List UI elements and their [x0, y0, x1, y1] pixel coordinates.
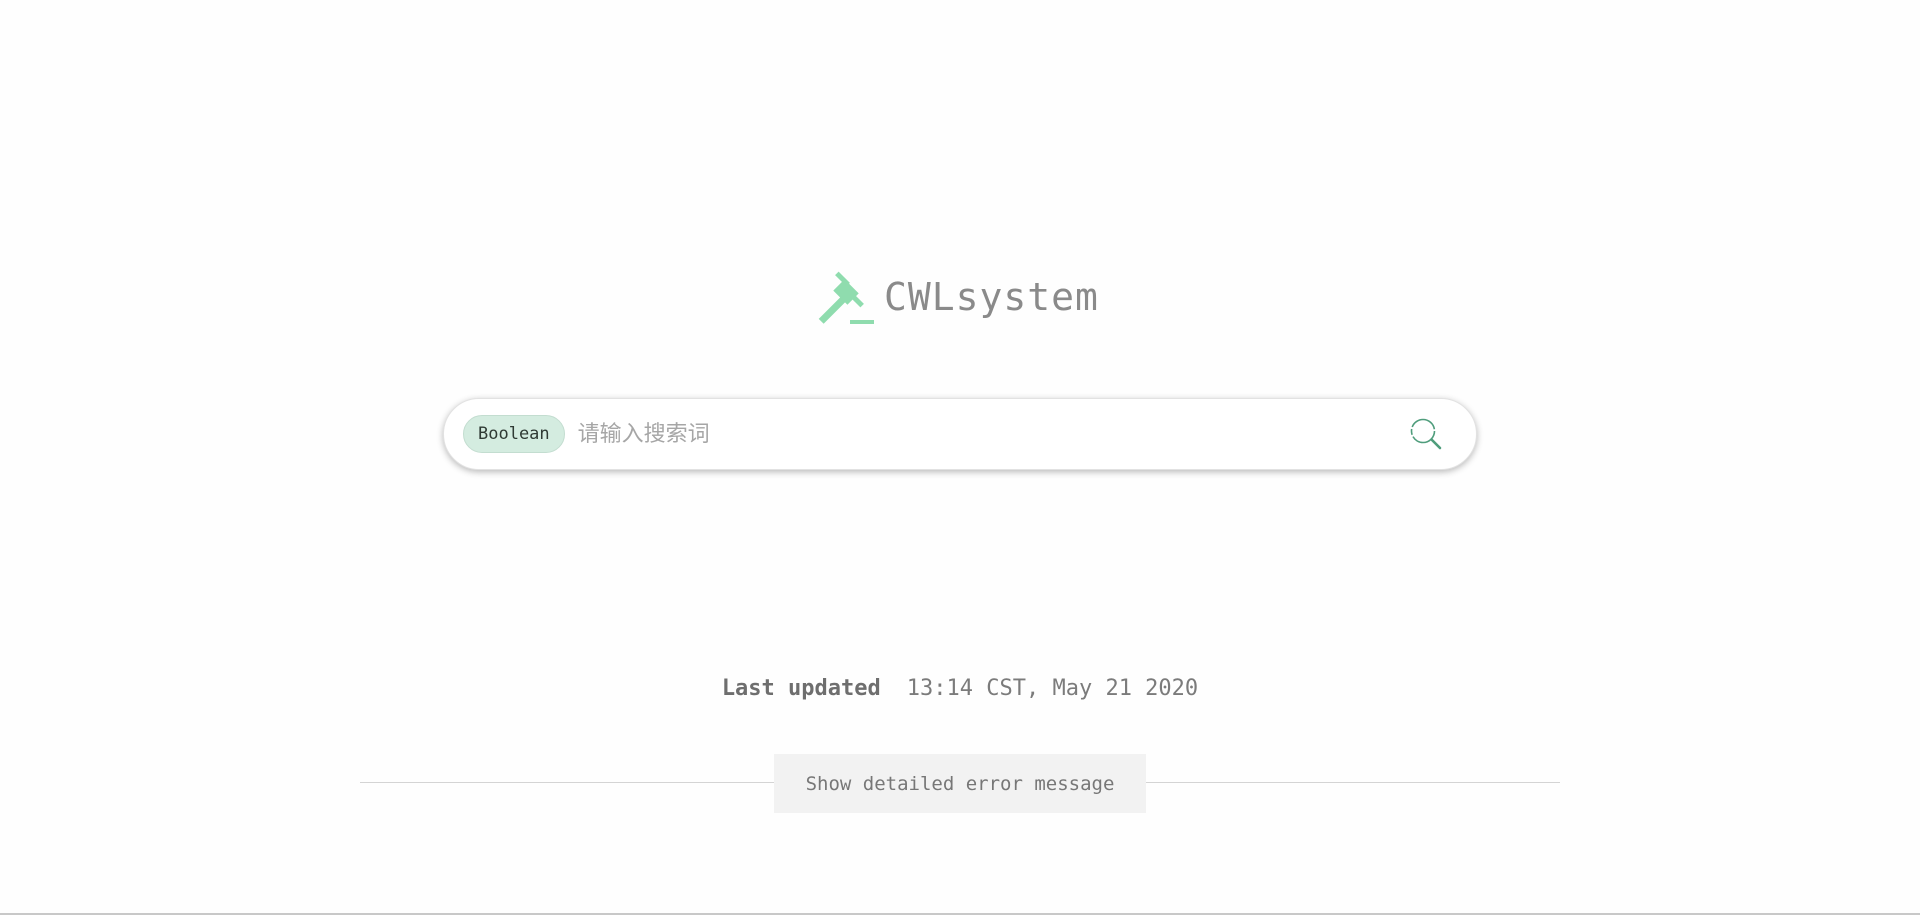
- last-updated-label: Last updated: [721, 676, 881, 701]
- page: CWLsystem Boolean Last updated 13:14 CST,…: [0, 0, 1920, 915]
- last-updated: Last updated 13:14 CST, May 21 2020: [0, 676, 1920, 701]
- gavel-icon: [818, 271, 874, 324]
- search-icon: [1410, 418, 1442, 450]
- brand-name: CWLsystem: [884, 275, 1099, 319]
- search-mode-chip[interactable]: Boolean: [463, 415, 565, 453]
- last-updated-value: 13:14 CST, May 21 2020: [906, 676, 1199, 701]
- search-bar: Boolean: [443, 398, 1477, 470]
- search-input[interactable]: [575, 413, 1406, 455]
- show-error-details-button[interactable]: Show detailed error message: [774, 754, 1146, 813]
- brand-logo[interactable]: CWLsystem: [818, 268, 1099, 326]
- search-button[interactable]: [1406, 414, 1446, 454]
